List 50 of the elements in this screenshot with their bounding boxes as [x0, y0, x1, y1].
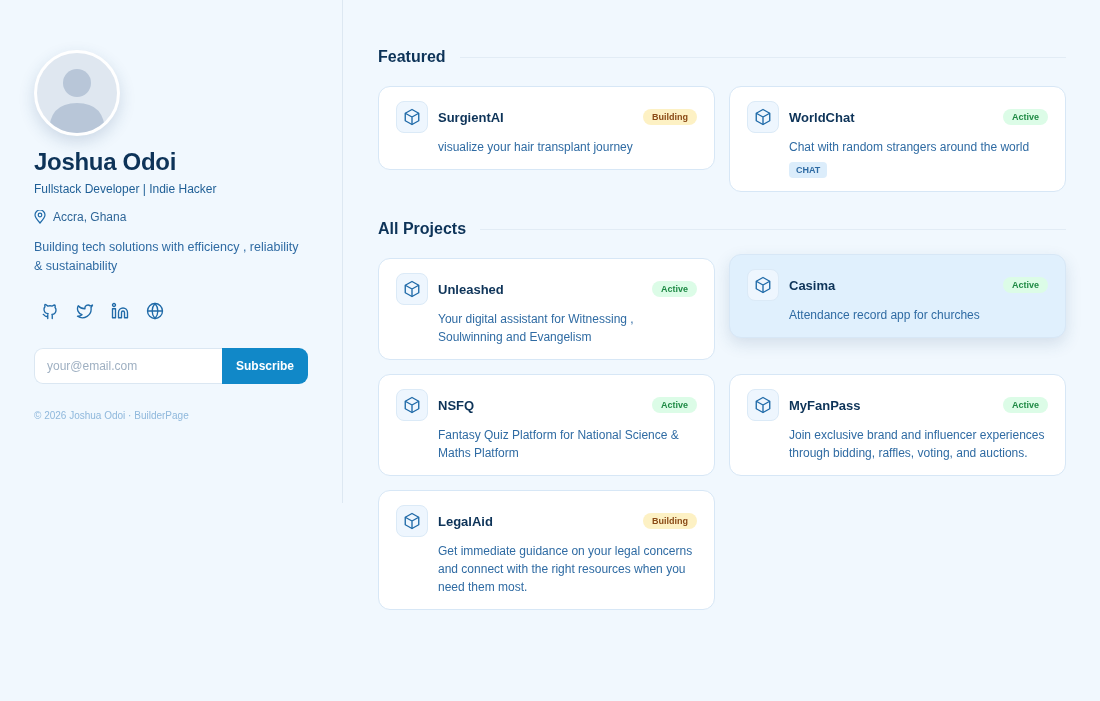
cube-icon [747, 389, 779, 421]
subscribe-button[interactable]: Subscribe [221, 348, 308, 384]
project-name: WorldChat [789, 109, 856, 125]
footer-text: © 2026 Joshua Odoi · BuilderPage [34, 410, 190, 421]
github-icon[interactable] [41, 302, 59, 320]
status-badge: Building [643, 109, 697, 125]
project-card[interactable]: WorldChat Active Chat with random strangers around the world CHAT [729, 86, 1066, 192]
location-pin-icon [34, 210, 46, 224]
project-name: NSFQ [438, 397, 476, 413]
profile-role: Fullstack Developer | Indie Hacker [34, 182, 218, 196]
project-name: MyFanPass [789, 397, 862, 413]
cube-icon [747, 269, 779, 301]
cube-icon [396, 505, 428, 537]
cube-icon [396, 389, 428, 421]
project-description: Fantasy Quiz Platform for National Science & Maths Platform [438, 427, 680, 462]
project-description: Attendance record app for churches [789, 307, 981, 324]
project-name: Casima [789, 277, 837, 293]
project-description: Get immediate guidance on your legal concerns and connect with the right resources when you need them most. [438, 543, 694, 596]
project-card[interactable]: SurgientAI Building visualize your hair transplant journey [378, 86, 715, 170]
globe-icon[interactable] [146, 302, 164, 320]
cube-icon [396, 273, 428, 305]
project-description: Join exclusive brand and influencer experiences through bidding, raffles, voting, and auctions. [789, 427, 1046, 462]
project-card[interactable]: LegalAid Building Get immediate guidance on your legal concerns and connect with the right resources when you need them most. [378, 490, 715, 610]
cube-icon [396, 101, 428, 133]
project-card[interactable]: Unleashed Active Your digital assistant for Witnessing , Soulwinning and Evangelism [378, 258, 715, 360]
twitter-bird-icon[interactable] [76, 302, 94, 320]
status-badge: Active [652, 397, 697, 413]
profile-location: Accra, Ghana [53, 210, 127, 224]
project-card[interactable]: MyFanPass Active Join exclusive brand and influencer experiences through bidding, raffles, voting, and auctions. [729, 374, 1066, 476]
status-badge: Active [652, 281, 697, 297]
section-heading: Featured [378, 48, 446, 66]
project-description: visualize your hair transplant journey [438, 139, 634, 156]
email-input-field[interactable]: your@email.com [34, 348, 222, 384]
project-description: Chat with random strangers around the world [789, 139, 1031, 156]
status-badge: Active [1003, 109, 1048, 125]
status-badge: Active [1003, 397, 1048, 413]
project-description: Your digital assistant for Witnessing , Soulwinning and Evangelism [438, 311, 635, 346]
project-name: SurgientAI [438, 109, 505, 125]
project-card[interactable]: NSFQ Active Fantasy Quiz Platform for National Science & Maths Platform [378, 374, 715, 476]
profile-bio: Building tech solutions with efficiency , reliability & sustainability [34, 239, 300, 275]
project-name: Unleashed [438, 281, 505, 297]
project-name: LegalAid [438, 513, 494, 529]
section-heading: All Projects [378, 220, 467, 238]
tag-badge: CHAT [789, 162, 828, 178]
cube-icon [747, 101, 779, 133]
project-card[interactable]: Casima Active Attendance record app for churches [729, 254, 1066, 338]
status-badge: Active [1003, 277, 1048, 293]
status-badge: Building [643, 513, 697, 529]
linkedin-icon[interactable] [111, 302, 129, 320]
profile-name: Joshua Odoi [34, 148, 178, 176]
